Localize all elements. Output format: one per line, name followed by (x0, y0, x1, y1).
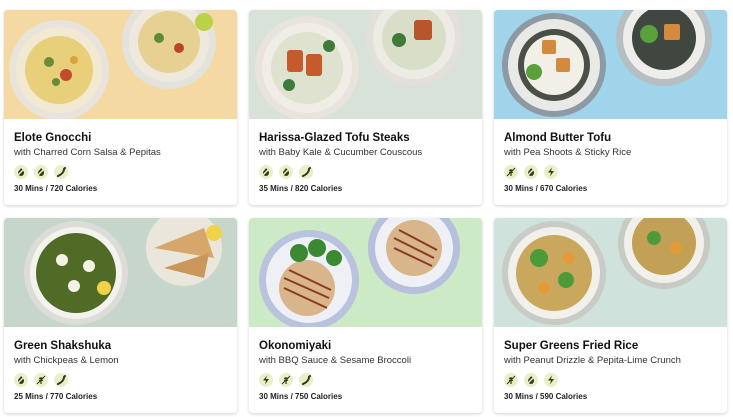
recipe-tags (504, 373, 717, 387)
recipe-subtitle: with Charred Corn Salsa & Pepitas (14, 147, 161, 158)
recipe-subtitle: with Pea Shoots & Sticky Rice (504, 147, 632, 158)
recipe-grid: Elote Gnocchi with Charred Corn Salsa & … (4, 10, 729, 413)
recipe-subtitle: with BBQ Sauce & Sesame Broccoli (259, 355, 412, 366)
recipe-time-calories: 25 Mins / 770 Calories (14, 392, 98, 401)
chili-icon (299, 373, 313, 387)
recipe-title: Almond Butter Tofu (504, 132, 612, 144)
recipe-photo (494, 218, 727, 327)
recipe-card[interactable]: Green Shakshuka with Chickpeas & Lemon 2… (4, 218, 237, 413)
recipe-time-calories: 30 Mins / 670 Calories (504, 184, 588, 193)
gluten-free-icon (504, 165, 518, 179)
flame-off-icon (34, 165, 48, 179)
recipe-photo (249, 10, 482, 119)
flame-off-icon (524, 373, 538, 387)
recipe-subtitle: with Baby Kale & Cucumber Couscous (259, 147, 423, 158)
recipe-time-calories: 30 Mins / 720 Calories (14, 184, 98, 193)
flame-off-icon (14, 165, 28, 179)
flame-off-icon (259, 165, 273, 179)
recipe-photo (4, 218, 237, 327)
recipe-time-calories: 35 Mins / 820 Calories (259, 184, 343, 193)
gluten-free-icon (504, 373, 518, 387)
recipe-tags (14, 373, 227, 387)
recipe-card[interactable]: Almond Butter Tofu with Pea Shoots & Sti… (494, 10, 727, 205)
recipe-title: Super Greens Fried Rice (504, 340, 639, 352)
recipe-title: Elote Gnocchi (14, 132, 92, 144)
recipe-card[interactable]: Harissa-Glazed Tofu Steaks with Baby Kal… (249, 10, 482, 205)
recipe-photo (4, 10, 237, 119)
recipe-tags (504, 165, 717, 179)
recipe-photo (249, 218, 482, 327)
gluten-free-icon (34, 373, 48, 387)
recipe-time-calories: 30 Mins / 590 Calories (504, 392, 588, 401)
chili-icon (54, 373, 68, 387)
chili-icon (54, 165, 68, 179)
flame-off-icon (14, 373, 28, 387)
flame-off-icon (279, 165, 293, 179)
chili-icon (299, 165, 313, 179)
recipe-card[interactable]: Elote Gnocchi with Charred Corn Salsa & … (4, 10, 237, 205)
recipe-time-calories: 30 Mins / 750 Calories (259, 392, 343, 401)
lightning-icon (544, 165, 558, 179)
recipe-card[interactable]: Okonomiyaki with BBQ Sauce & Sesame Broc… (249, 218, 482, 413)
recipe-tags (14, 165, 227, 179)
recipe-title: Okonomiyaki (259, 340, 332, 352)
lightning-icon (259, 373, 273, 387)
flame-off-icon (524, 165, 538, 179)
recipe-title: Harissa-Glazed Tofu Steaks (259, 132, 410, 144)
recipe-title: Green Shakshuka (14, 340, 112, 352)
recipe-tags (259, 373, 472, 387)
lightning-icon (544, 373, 558, 387)
gluten-free-icon (279, 373, 293, 387)
recipe-subtitle: with Chickpeas & Lemon (14, 355, 119, 366)
recipe-subtitle: with Peanut Drizzle & Pepita-Lime Crunch (504, 355, 681, 366)
recipe-photo (494, 10, 727, 119)
recipe-tags (259, 165, 472, 179)
recipe-card[interactable]: Super Greens Fried Rice with Peanut Driz… (494, 218, 727, 413)
